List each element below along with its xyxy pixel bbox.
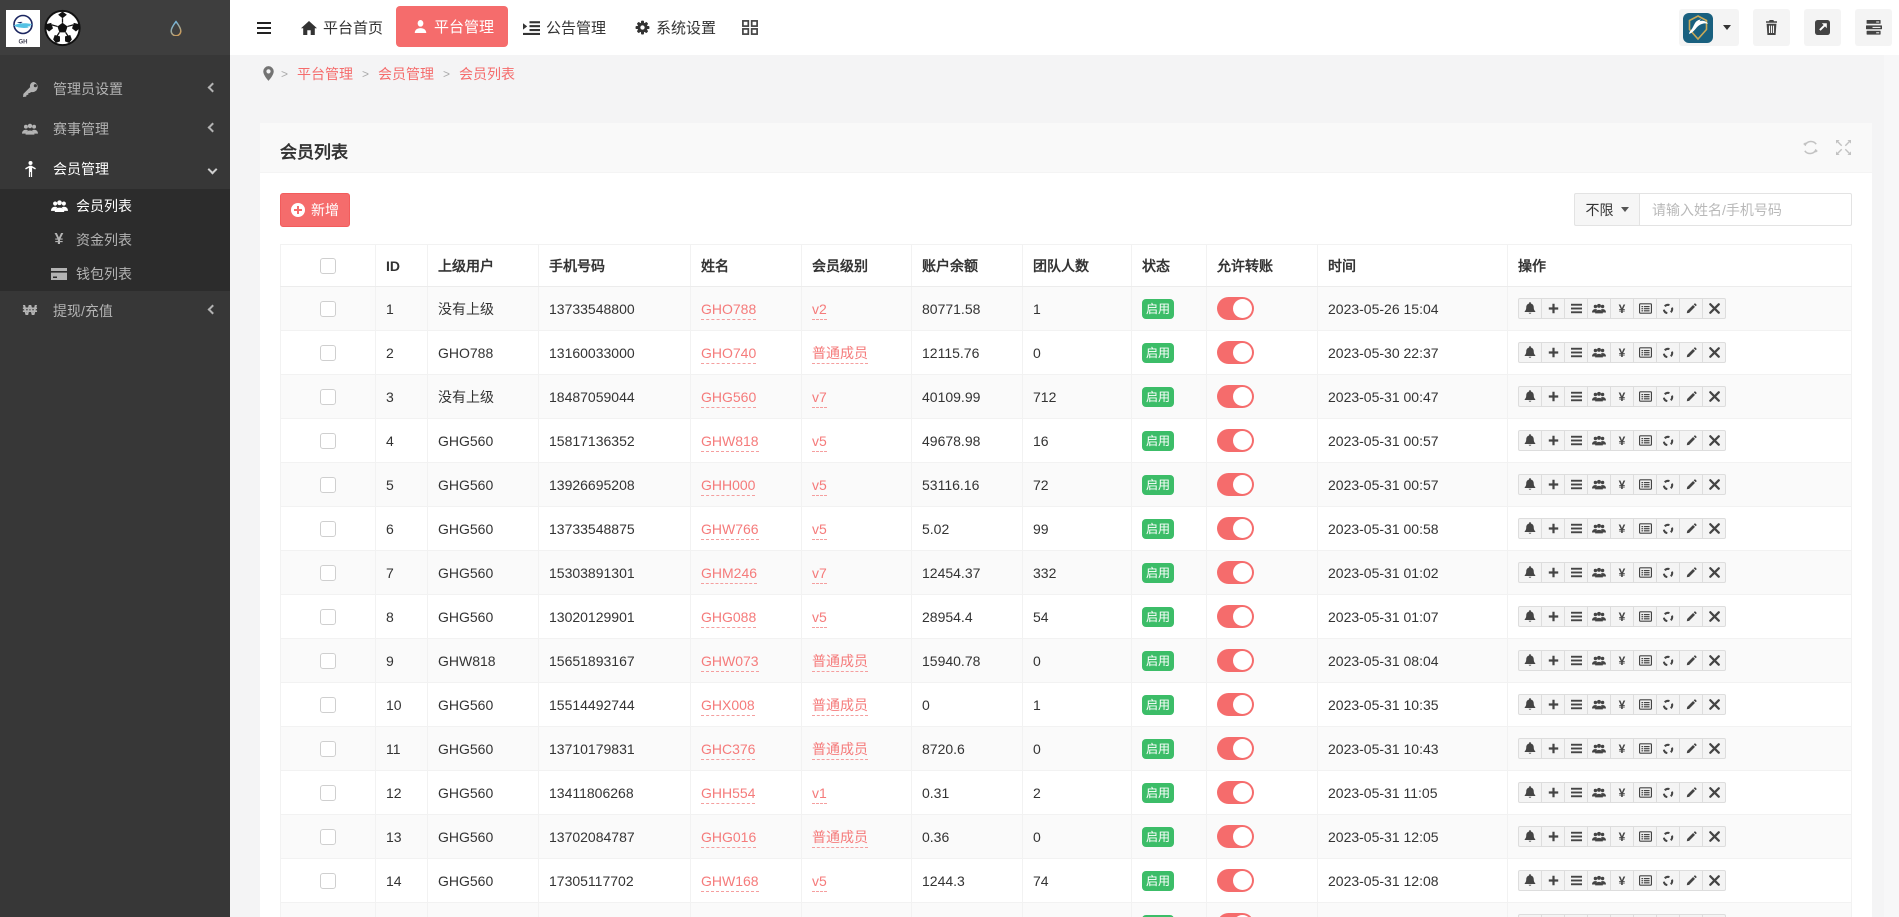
svg-text:GH: GH: [19, 40, 28, 46]
